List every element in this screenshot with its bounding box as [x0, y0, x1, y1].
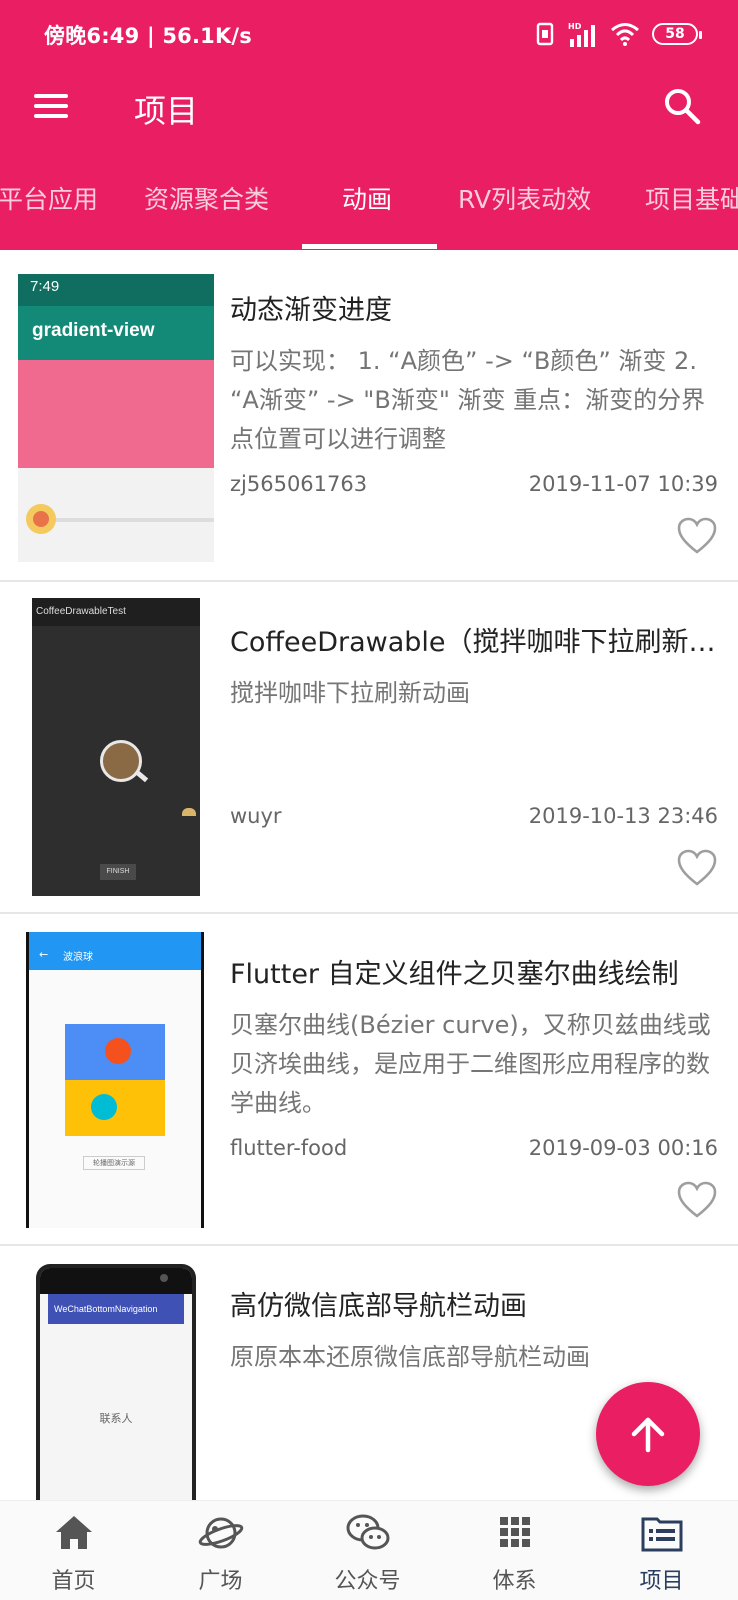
- nav-home[interactable]: 首页: [0, 1501, 147, 1600]
- signal-icon: HD: [568, 22, 595, 47]
- nav-project[interactable]: 项目: [588, 1501, 735, 1600]
- scroll-to-top-button[interactable]: [596, 1382, 700, 1486]
- thumb-finish-button: FINISH: [100, 864, 136, 880]
- article-date: 2019-11-07 10:39: [528, 472, 718, 496]
- nav-system-label: 体系: [492, 1569, 537, 1594]
- bottom-navigation: 首页 广场 公众号 体系 项目: [0, 1500, 738, 1600]
- nav-square-label: 广场: [198, 1569, 243, 1594]
- article-title: 动态渐变进度: [230, 295, 392, 326]
- article-title: CoffeeDrawable（搅拌咖啡下拉刷新动画）: [230, 627, 718, 658]
- tab-resources[interactable]: 资源聚合类: [144, 180, 269, 216]
- battery-level: 58: [665, 26, 685, 42]
- project-thumbnail: CoffeeDrawableTest FINISH: [32, 598, 200, 896]
- article-date: 2019-10-13 23:46: [528, 804, 718, 828]
- vibrate-icon: [536, 22, 554, 46]
- tab-platform-apps[interactable]: 平台应用: [0, 180, 98, 216]
- article-description: 贝塞尔曲线(Bézier curve)，又称贝兹曲线或贝济埃曲线，是应用于二维图…: [230, 1011, 711, 1117]
- thumb-title: CoffeeDrawableTest: [36, 606, 126, 617]
- tab-project-basics[interactable]: 项目基础: [645, 180, 738, 216]
- app-bar: 傍晚6:49 | 56.1K/s HD 58 项目 平台应用 资源聚合类 动画 …: [0, 0, 738, 250]
- nav-square[interactable]: 广场: [147, 1501, 294, 1600]
- thumb-time: 7:49: [30, 278, 60, 295]
- article-description: 搅拌咖啡下拉刷新动画: [230, 679, 470, 707]
- tab-indicator: [302, 244, 437, 249]
- wifi-icon: [611, 23, 639, 46]
- article-author: zj565061763: [230, 472, 368, 496]
- status-bar: 傍晚6:49 | 56.1K/s HD 58: [0, 0, 738, 70]
- list-item[interactable]: 7:49 gradient-view 动态渐变进度 可以实现： 1. “A颜色”…: [0, 250, 738, 582]
- thumb-button: 轮播图演示源: [83, 1156, 145, 1170]
- thumb-title: 波浪球: [63, 952, 93, 963]
- nav-home-label: 首页: [51, 1569, 96, 1594]
- list-item[interactable]: ← 波浪球 轮播图演示源 Flutter 自定义组件之贝塞尔曲线绘制 贝塞尔曲线…: [0, 914, 738, 1246]
- project-thumbnail: ← 波浪球 轮播图演示源: [26, 932, 204, 1228]
- page-title: 项目: [134, 92, 199, 130]
- status-time-speed: 傍晚6:49 | 56.1K/s: [44, 24, 252, 48]
- nav-wechat[interactable]: 公众号: [294, 1501, 441, 1600]
- arrow-up-icon: [631, 1417, 665, 1453]
- project-thumbnail: WeChatBottomNavigation 联系人: [36, 1264, 196, 1500]
- svg-text:HD: HD: [568, 22, 582, 31]
- tab-rv-effects[interactable]: RV列表动效: [458, 180, 591, 216]
- list-item[interactable]: CoffeeDrawableTest FINISH CoffeeDrawable…: [0, 582, 738, 914]
- battery-indicator: 58: [652, 23, 702, 45]
- heart-icon[interactable]: [676, 516, 718, 556]
- toolbar: 项目: [0, 70, 738, 144]
- nav-wechat-label: 公众号: [334, 1569, 401, 1594]
- nav-project-label: 项目: [639, 1569, 684, 1594]
- home-icon: [55, 1516, 92, 1549]
- wechat-icon: [346, 1514, 389, 1550]
- article-description: 原原本本还原微信底部导航栏动画: [230, 1343, 590, 1371]
- article-title: Flutter 自定义组件之贝塞尔曲线绘制: [230, 959, 679, 990]
- planet-icon: [198, 1517, 243, 1549]
- thumb-title: WeChatBottomNavigation: [54, 1304, 158, 1314]
- status-icons: HD 58: [534, 20, 702, 48]
- thumb-center-text: 联系人: [99, 1412, 133, 1425]
- heart-icon[interactable]: [676, 848, 718, 888]
- article-author: wuyr: [230, 804, 282, 828]
- article-title: 高仿微信底部导航栏动画: [230, 1291, 527, 1322]
- project-thumbnail: 7:49 gradient-view: [18, 274, 214, 562]
- article-description: 可以实现： 1. “A颜色” -> “B颜色” 渐变 2. “A渐变” -> "…: [230, 347, 706, 453]
- search-icon[interactable]: [662, 86, 702, 126]
- tab-bar: 平台应用 资源聚合类 动画 RV列表动效 项目基础: [0, 160, 738, 250]
- tab-animation[interactable]: 动画: [342, 180, 392, 216]
- article-author: flutter-food: [230, 1136, 348, 1160]
- list-icon: [641, 1517, 682, 1552]
- heart-icon[interactable]: [676, 1180, 718, 1220]
- nav-system[interactable]: 体系: [441, 1501, 588, 1600]
- project-list: 7:49 gradient-view 动态渐变进度 可以实现： 1. “A颜色”…: [0, 250, 738, 1500]
- menu-icon[interactable]: [32, 88, 70, 126]
- grid-icon: [499, 1517, 530, 1547]
- article-date: 2019-09-03 00:16: [528, 1136, 718, 1160]
- thumb-title: gradient-view: [32, 320, 155, 341]
